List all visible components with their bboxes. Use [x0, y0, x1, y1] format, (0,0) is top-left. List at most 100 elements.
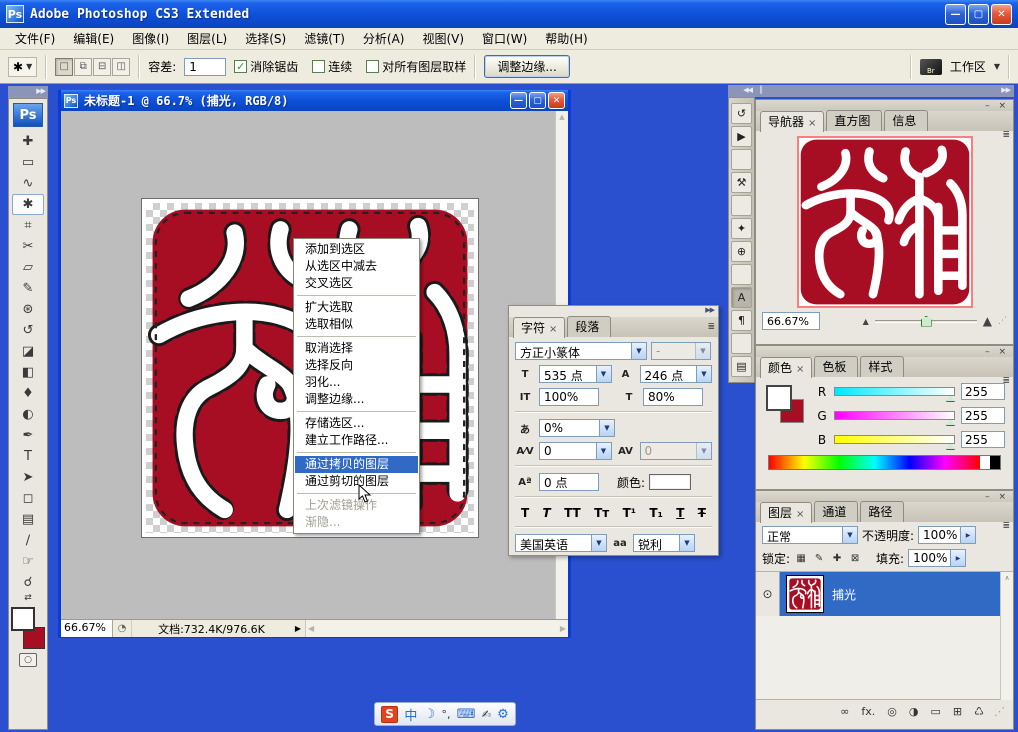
layers-scrollbar[interactable]: ∧ — [1000, 572, 1013, 700]
scroll-up-icon[interactable]: ∧ — [1004, 574, 1009, 582]
tsume-select[interactable]: 0%▼ — [539, 419, 615, 437]
context-menu-item[interactable]: 选择反向 — [295, 357, 418, 374]
horizontal-scale-input[interactable]: 80% — [643, 388, 703, 406]
faux-italic-button[interactable]: T — [541, 506, 553, 520]
strikethrough-button[interactable]: Ŧ — [696, 506, 708, 520]
dodge-tool[interactable]: ◐ — [12, 404, 44, 425]
lasso-tool[interactable]: ∿ — [12, 173, 44, 194]
panel-close-icon[interactable]: × — [998, 101, 1009, 111]
menu-item[interactable]: 选择(S) — [236, 28, 295, 49]
menu-item[interactable]: 文件(F) — [6, 28, 64, 49]
slider-thumb[interactable] — [946, 443, 955, 450]
context-menu-item[interactable]: 羽化... — [295, 374, 418, 391]
tracking-select[interactable]: 0▼ — [640, 442, 713, 460]
context-menu-item[interactable]: 调整边缘... — [295, 391, 418, 408]
lock-position-icon[interactable]: ✚ — [830, 553, 844, 564]
navigator-proxy-view[interactable] — [797, 136, 973, 308]
link-layers-icon[interactable]: ∞ — [840, 705, 849, 718]
rectangular-marquee-tool[interactable]: ▭ — [12, 152, 44, 173]
checkbox-box[interactable] — [234, 60, 247, 73]
panel-minimize-icon[interactable]: – — [985, 347, 993, 357]
superscript-button[interactable]: T¹ — [621, 506, 638, 520]
doc-minimize-button[interactable]: — — [510, 92, 527, 109]
navigator-zoom-field[interactable]: 66.67% — [762, 312, 820, 330]
panel-tab[interactable]: 样式 — [860, 356, 904, 377]
panel-tab[interactable]: 色板 — [814, 356, 858, 377]
context-menu-item[interactable]: 从选区中减去 — [295, 258, 418, 275]
eyedropper-tool[interactable]: ∕ — [12, 530, 44, 551]
menu-item[interactable]: 图层(L) — [178, 28, 236, 49]
notes-tool[interactable]: ▤ — [12, 509, 44, 530]
sogou-ime-icon[interactable]: S — [381, 706, 398, 723]
new-selection-button[interactable]: □ — [55, 58, 73, 76]
tab-close-icon[interactable]: × — [549, 324, 557, 335]
lock-transparency-icon[interactable]: ▦ — [794, 553, 808, 564]
menu-item[interactable]: 滤镜(T) — [295, 28, 354, 49]
swap-colors-icon[interactable]: ⇄ — [9, 593, 47, 603]
soft-keyboard-icon[interactable]: ⌨ — [457, 707, 476, 722]
clone-stamp-tool[interactable]: ⊛ — [12, 299, 44, 320]
panel-tab[interactable]: 直方图 — [826, 110, 882, 131]
blend-mode-select[interactable]: 正常▼ — [762, 526, 858, 544]
refine-edge-button[interactable]: 调整边缘... — [484, 55, 569, 78]
new-layer-icon[interactable]: ⊞ — [953, 705, 962, 718]
chinese-mode-icon[interactable]: 中 — [404, 705, 417, 724]
menu-item[interactable]: 分析(A) — [354, 28, 414, 49]
paragraph-panel-icon[interactable]: ¶ — [731, 310, 752, 331]
resize-grip[interactable]: ⋰ — [998, 316, 1007, 326]
panel-tab[interactable]: 路径 — [860, 501, 904, 522]
context-menu-item[interactable]: 通过拷贝的图层 — [295, 456, 418, 473]
foreground-color-swatch[interactable] — [11, 607, 35, 631]
bridge-icon[interactable]: Br — [920, 59, 942, 75]
doc-maximize-button[interactable]: ▢ — [529, 92, 546, 109]
intersect-selection-button[interactable]: ◫ — [112, 58, 130, 76]
quick-mask-button[interactable]: ○ — [19, 653, 37, 667]
zoom-in-icon[interactable]: ▲ — [983, 314, 992, 328]
tool-presets-panel-icon[interactable]: ⚒ — [731, 172, 752, 193]
scroll-left-icon[interactable]: ◀ — [308, 624, 314, 633]
path-selection-tool[interactable]: ➤ — [12, 467, 44, 488]
dock-grip-icon[interactable]: ║ — [759, 86, 762, 96]
lock-paint-icon[interactable]: ✎ — [812, 553, 826, 564]
doc-close-button[interactable]: ✕ — [548, 92, 565, 109]
layer-mask-icon[interactable]: ◎ — [887, 705, 897, 718]
font-family-select[interactable]: 方正小篆体▼ — [515, 342, 647, 360]
eraser-tool[interactable]: ◪ — [12, 341, 44, 362]
fullwidth-mode-icon[interactable]: ☽ — [424, 707, 436, 722]
channel-value-input[interactable]: 255 — [961, 407, 1005, 424]
shape-tool[interactable]: ◻ — [12, 488, 44, 509]
menu-item[interactable]: 视图(V) — [413, 28, 473, 49]
panel-tab[interactable]: 通道 — [814, 501, 858, 522]
actions-panel-icon[interactable]: ▶ — [731, 126, 752, 147]
history-brush-tool[interactable]: ↺ — [12, 320, 44, 341]
panel-tab[interactable]: 图层× — [760, 502, 812, 523]
handwriting-icon[interactable]: ✍ — [482, 708, 491, 721]
close-button[interactable]: ✕ — [991, 4, 1012, 25]
zoom-tool[interactable]: ☌ — [12, 572, 44, 593]
underline-button[interactable]: T — [674, 506, 686, 520]
small-caps-button[interactable]: Tт — [592, 506, 611, 520]
slice-tool[interactable]: ✂ — [12, 236, 44, 257]
minimize-button[interactable]: — — [945, 4, 966, 25]
layer-row[interactable]: ⊙ 捕光 — [756, 572, 1013, 616]
scroll-right-icon[interactable]: ▶ — [560, 624, 566, 633]
panel-minimize-icon[interactable]: – — [985, 492, 993, 502]
fill-input[interactable]: 100%▶ — [908, 549, 966, 567]
channel-value-input[interactable]: 255 — [961, 383, 1005, 400]
checkbox-box[interactable] — [312, 60, 325, 73]
character-panel-icon[interactable]: A — [731, 287, 752, 308]
move-tool[interactable]: ✚ — [12, 131, 44, 152]
anti-alias-checkbox[interactable]: 消除锯齿 — [234, 58, 298, 75]
context-menu-item[interactable]: 添加到选区 — [295, 241, 418, 258]
panel-menu-icon[interactable]: ≣ — [1002, 130, 1010, 140]
layer-style-icon[interactable]: fx. — [861, 705, 875, 718]
panel-menu-icon[interactable]: ≣ — [707, 322, 715, 332]
type-tool[interactable]: T — [12, 446, 44, 467]
panel-minimize-icon[interactable]: – — [985, 101, 993, 111]
context-menu-item[interactable]: 扩大选取 — [295, 299, 418, 316]
language-select[interactable]: 美国英语▼ — [515, 534, 607, 552]
font-size-select[interactable]: 535 点▼ — [539, 365, 612, 383]
slider-thumb[interactable] — [946, 395, 955, 402]
panel-menu-icon[interactable]: ≣ — [1002, 521, 1010, 531]
subscript-button[interactable]: T₁ — [647, 506, 664, 520]
